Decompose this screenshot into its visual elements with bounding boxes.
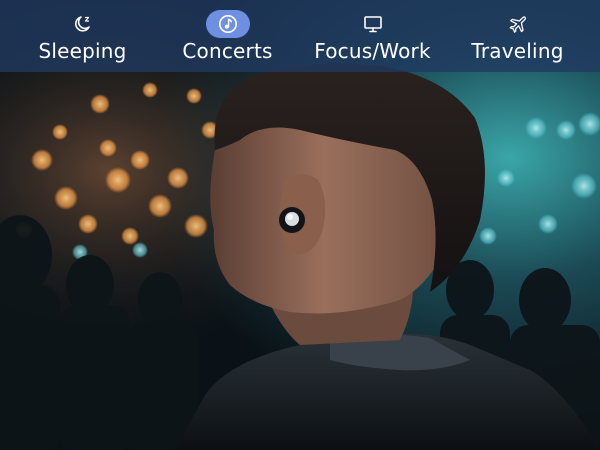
tab-label: Focus/Work: [314, 39, 431, 63]
tab-label: Concerts: [182, 39, 273, 63]
tab-traveling[interactable]: Traveling: [450, 0, 585, 72]
tab-concerts[interactable]: Concerts: [160, 0, 295, 72]
airplane-icon: [509, 16, 526, 33]
moon-sleep-icon: [74, 16, 90, 32]
tab-icon-container: [351, 10, 395, 38]
music-note-icon: [218, 15, 237, 33]
tab-sleeping[interactable]: Sleeping: [15, 0, 150, 72]
tab-icon-container: [496, 10, 540, 38]
monitor-icon: [363, 16, 382, 33]
tab-label: Sleeping: [38, 39, 127, 63]
tab-icon-container-active: [205, 10, 250, 38]
tab-label: Traveling: [471, 39, 564, 63]
tab-icon-container: [61, 10, 105, 38]
tab-focus-work[interactable]: Focus/Work: [305, 0, 440, 72]
category-tab-bar: Sleeping Concerts Focus/Work Traveling: [0, 0, 600, 72]
